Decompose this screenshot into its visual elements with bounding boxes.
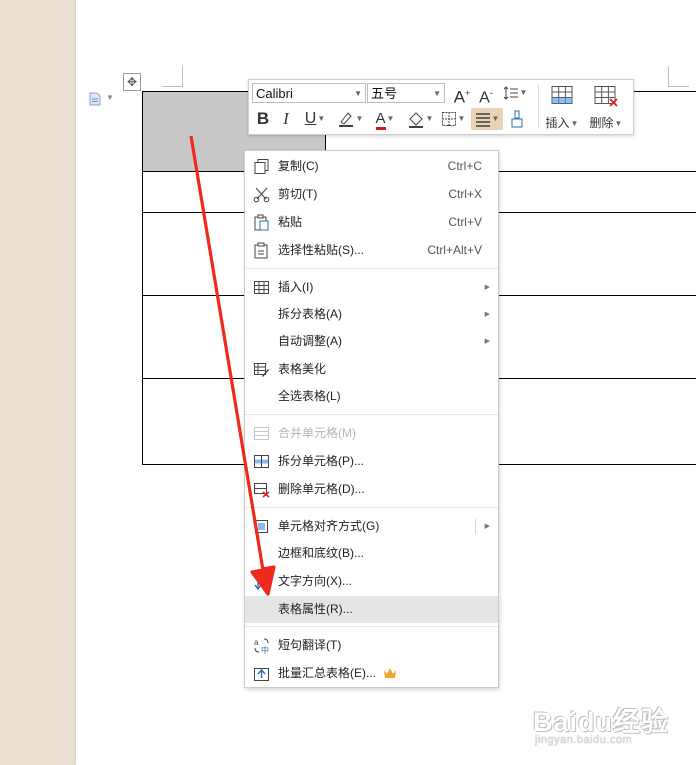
baidu-jingyan-watermark: Baidu经验 jingyan.baidu.com [533,700,683,750]
watermark-url: jingyan.baidu.com [535,734,633,746]
annotation-arrow [189,135,276,596]
